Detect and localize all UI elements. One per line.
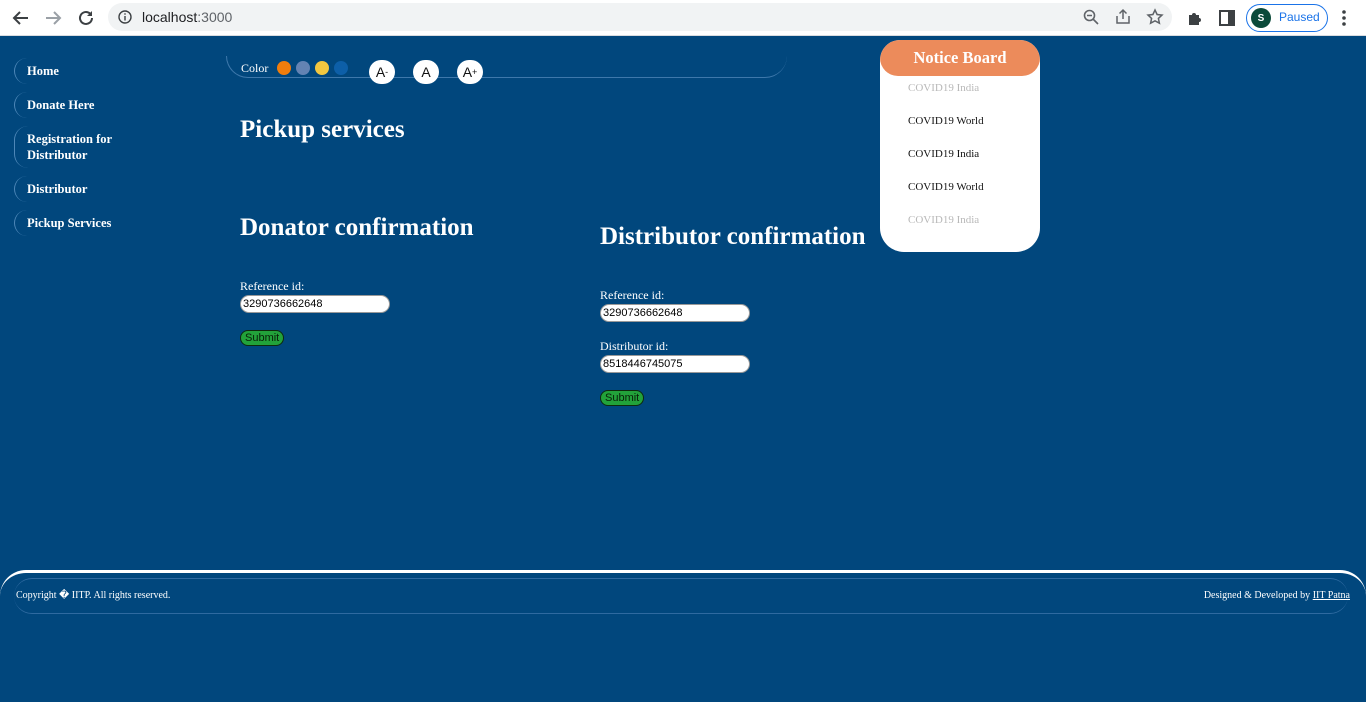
sidebar-item-registration[interactable]: Registration for Distributor <box>14 126 127 168</box>
site-info-icon[interactable] <box>118 10 132 29</box>
color-swatch-orange[interactable] <box>277 61 291 75</box>
color-label: Color <box>241 61 269 75</box>
sidebar-item-pickup-services[interactable]: Pickup Services <box>14 210 194 236</box>
address-bar[interactable]: localhost:3000 <box>108 3 1172 31</box>
reload-icon[interactable] <box>73 5 99 31</box>
distributor-confirmation-title: Distributor confirmation <box>600 223 866 250</box>
color-swatch-slate[interactable] <box>296 61 310 75</box>
notice-item[interactable]: COVID19 India <box>908 148 979 160</box>
bookmark-star-icon[interactable] <box>1146 8 1164 26</box>
more-menu-icon[interactable] <box>1336 8 1352 28</box>
share-icon[interactable] <box>1114 8 1132 26</box>
font-increase-button[interactable]: A + <box>457 60 483 84</box>
side-panel-icon[interactable] <box>1217 8 1237 28</box>
profile-status: Paused <box>1279 10 1320 24</box>
font-decrease-label: A <box>375 64 386 80</box>
browser-toolbar: localhost:3000 S Paused <box>0 0 1366 36</box>
sidebar-item-donate[interactable]: Donate Here <box>14 92 194 118</box>
footer-bar <box>14 578 1348 614</box>
notice-item[interactable]: COVID19 World <box>908 181 984 193</box>
distributor-reference-label: Reference id: <box>600 288 665 302</box>
distributor-id-input[interactable] <box>600 355 750 373</box>
sidebar-item-distributor[interactable]: Distributor <box>14 176 194 202</box>
color-swatch-blue[interactable] <box>334 61 348 75</box>
notice-board-title: Notice Board <box>880 40 1040 76</box>
accessibility-toolbar: Color A- A A + <box>226 56 787 84</box>
credit-text: Designed & Developed by IIT Patna <box>1204 590 1350 601</box>
notice-board: COVID19 India COVID19 World COVID19 Indi… <box>880 40 1040 252</box>
avatar: S <box>1251 8 1271 28</box>
iit-patna-link[interactable]: IIT Patna <box>1313 590 1350 601</box>
donator-reference-input[interactable] <box>240 295 390 313</box>
font-increase-label: A <box>462 64 473 80</box>
color-swatch-yellow[interactable] <box>315 61 329 75</box>
url-text[interactable]: localhost:3000 <box>142 9 232 25</box>
notice-item[interactable]: COVID19 India <box>908 82 979 94</box>
copyright-text: Copyright � IITP. All rights reserved. <box>16 590 171 601</box>
extensions-icon[interactable] <box>1185 8 1205 28</box>
url-host: localhost <box>142 9 198 25</box>
forward-icon[interactable] <box>40 5 66 31</box>
profile-button[interactable]: S Paused <box>1246 4 1328 32</box>
sidebar-item-home[interactable]: Home <box>14 58 194 84</box>
distributor-submit-button[interactable]: Submit <box>600 390 645 406</box>
font-reset-button[interactable]: A <box>413 60 439 84</box>
font-decrease-sub: - <box>385 67 389 77</box>
donator-reference-label: Reference id: <box>240 279 305 293</box>
font-increase-sub: + <box>472 67 478 77</box>
credit-prefix: Designed & Developed by <box>1203 590 1311 601</box>
donator-confirmation-title: Donator confirmation <box>240 214 474 241</box>
zoom-icon[interactable] <box>1082 8 1100 26</box>
font-decrease-button[interactable]: A- <box>369 60 395 84</box>
distributor-reference-input[interactable] <box>600 304 750 322</box>
sidebar-nav: Home Donate Here Registration for Distri… <box>14 58 194 244</box>
donator-submit-button[interactable]: Submit <box>240 330 285 346</box>
page-title: Pickup services <box>240 116 405 143</box>
distributor-id-label: Distributor id: <box>600 339 669 353</box>
footer: Copyright � IITP. All rights reserved. D… <box>0 570 1366 621</box>
notice-item[interactable]: COVID19 World <box>908 115 984 127</box>
url-port: :3000 <box>197 9 233 25</box>
back-icon[interactable] <box>8 5 34 31</box>
notice-item[interactable]: COVID19 India <box>908 214 979 226</box>
